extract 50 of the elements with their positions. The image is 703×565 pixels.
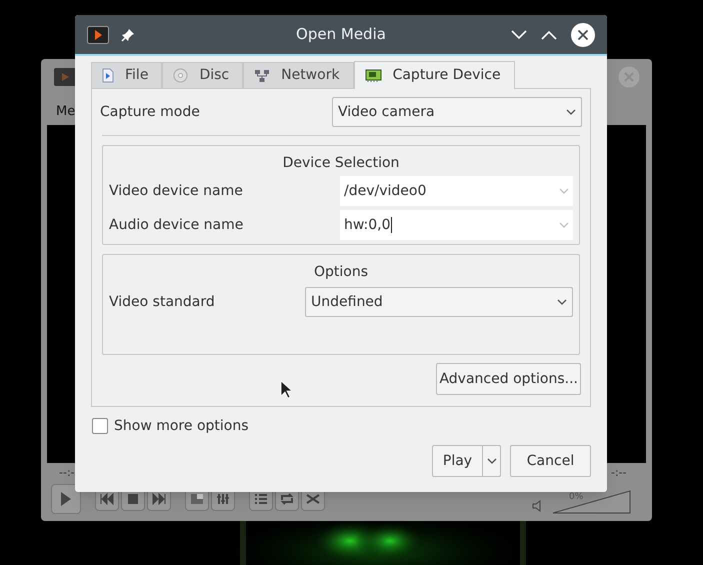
equalizer-icon [216,493,230,505]
maximize-icon[interactable] [541,30,557,40]
list-icon [254,493,268,505]
tab[interactable]: Network [243,62,354,89]
minimize-icon[interactable] [511,30,527,40]
cancel-button[interactable]: Cancel [510,445,591,477]
group-title: Device Selection [282,155,400,171]
volume-slider[interactable] [552,490,631,514]
app-icon [87,26,109,44]
group-title: Options [314,264,368,280]
shuffle-icon [306,493,320,505]
stop-icon [126,493,140,505]
mouse-pointer-icon [280,380,292,399]
advanced-options-button[interactable]: Advanced options... [436,363,581,395]
network-icon [254,68,270,82]
total-time: -:-- [611,465,627,481]
tab[interactable]: Disc [162,62,244,89]
skip-forward-icon [152,493,166,505]
fullscreen-icon [190,493,204,505]
tab[interactable]: File [91,62,162,89]
field-label: Capture mode [100,102,200,122]
checkbox[interactable] [92,418,108,434]
field-label: Audio device name [109,216,244,234]
pin-icon[interactable] [121,28,135,42]
play-icon [60,491,72,507]
window-title: Open Media [296,24,386,46]
device-combo-box[interactable]: /dev/video0 [340,176,573,206]
document-icon [102,68,114,83]
chevron-down-icon [559,222,569,228]
repeat-icon [280,493,294,505]
capture-card-icon [364,69,382,82]
elapsed-time: --:- [59,465,75,481]
disc-icon [173,68,188,83]
chevron-down-icon [557,299,567,305]
chevron-down-icon [566,109,576,115]
close-icon[interactable] [571,22,595,46]
play-split-button[interactable]: Play [432,445,501,477]
video-standard-dropdown[interactable]: Undefined [305,287,573,317]
device-combo-box[interactable]: hw:0,0 [340,210,573,240]
app-icon [54,68,76,86]
chevron-down-icon [559,188,569,194]
play-button[interactable] [51,484,81,514]
field-label: Video standard [109,292,215,312]
skip-back-icon [100,493,114,505]
tab[interactable]: Capture Device [354,61,515,89]
field-label: Video device name [109,182,243,200]
chevron-down-icon [486,458,496,464]
checkbox-label: Show more options [114,416,249,436]
capture-mode-dropdown[interactable]: Video camera [332,97,582,127]
menu-item[interactable]: Me [56,102,76,122]
